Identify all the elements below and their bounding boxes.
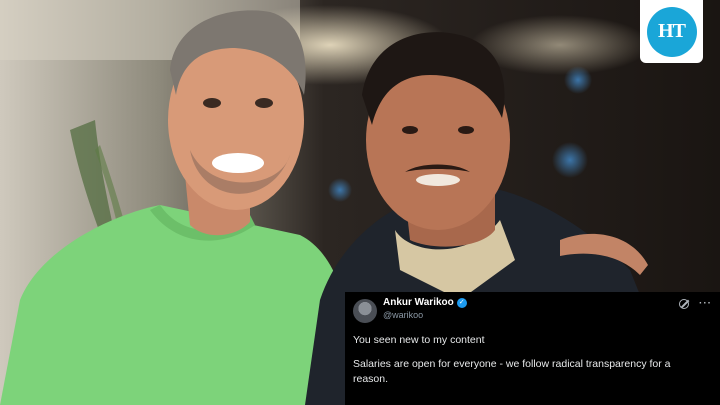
more-icon[interactable]: ··· — [699, 298, 712, 309]
tweet-text-line-1: You seen new to my content — [353, 334, 485, 346]
tweet-card: Ankur Warikoo ✓ @warikoo ··· You seen ne… — [345, 292, 720, 405]
grok-icon[interactable] — [679, 298, 689, 309]
verified-icon: ✓ — [456, 297, 467, 308]
tweet-header: Ankur Warikoo ✓ @warikoo ··· — [353, 296, 712, 326]
user-handle[interactable]: @warikoo — [383, 309, 467, 322]
tweet-author: Ankur Warikoo ✓ @warikoo — [383, 296, 467, 322]
tweet-text: You seen new to my content Salaries are … — [353, 333, 712, 387]
ht-logo: HT — [640, 0, 703, 63]
tweet-text-line-2: Salaries are open for everyone - we foll… — [353, 358, 671, 385]
header-icons: ··· — [679, 298, 712, 309]
name-row: Ankur Warikoo ✓ — [383, 296, 467, 309]
ht-logo-mark: HT — [646, 6, 697, 57]
avatar[interactable] — [353, 299, 377, 323]
display-name[interactable]: Ankur Warikoo — [383, 296, 454, 309]
